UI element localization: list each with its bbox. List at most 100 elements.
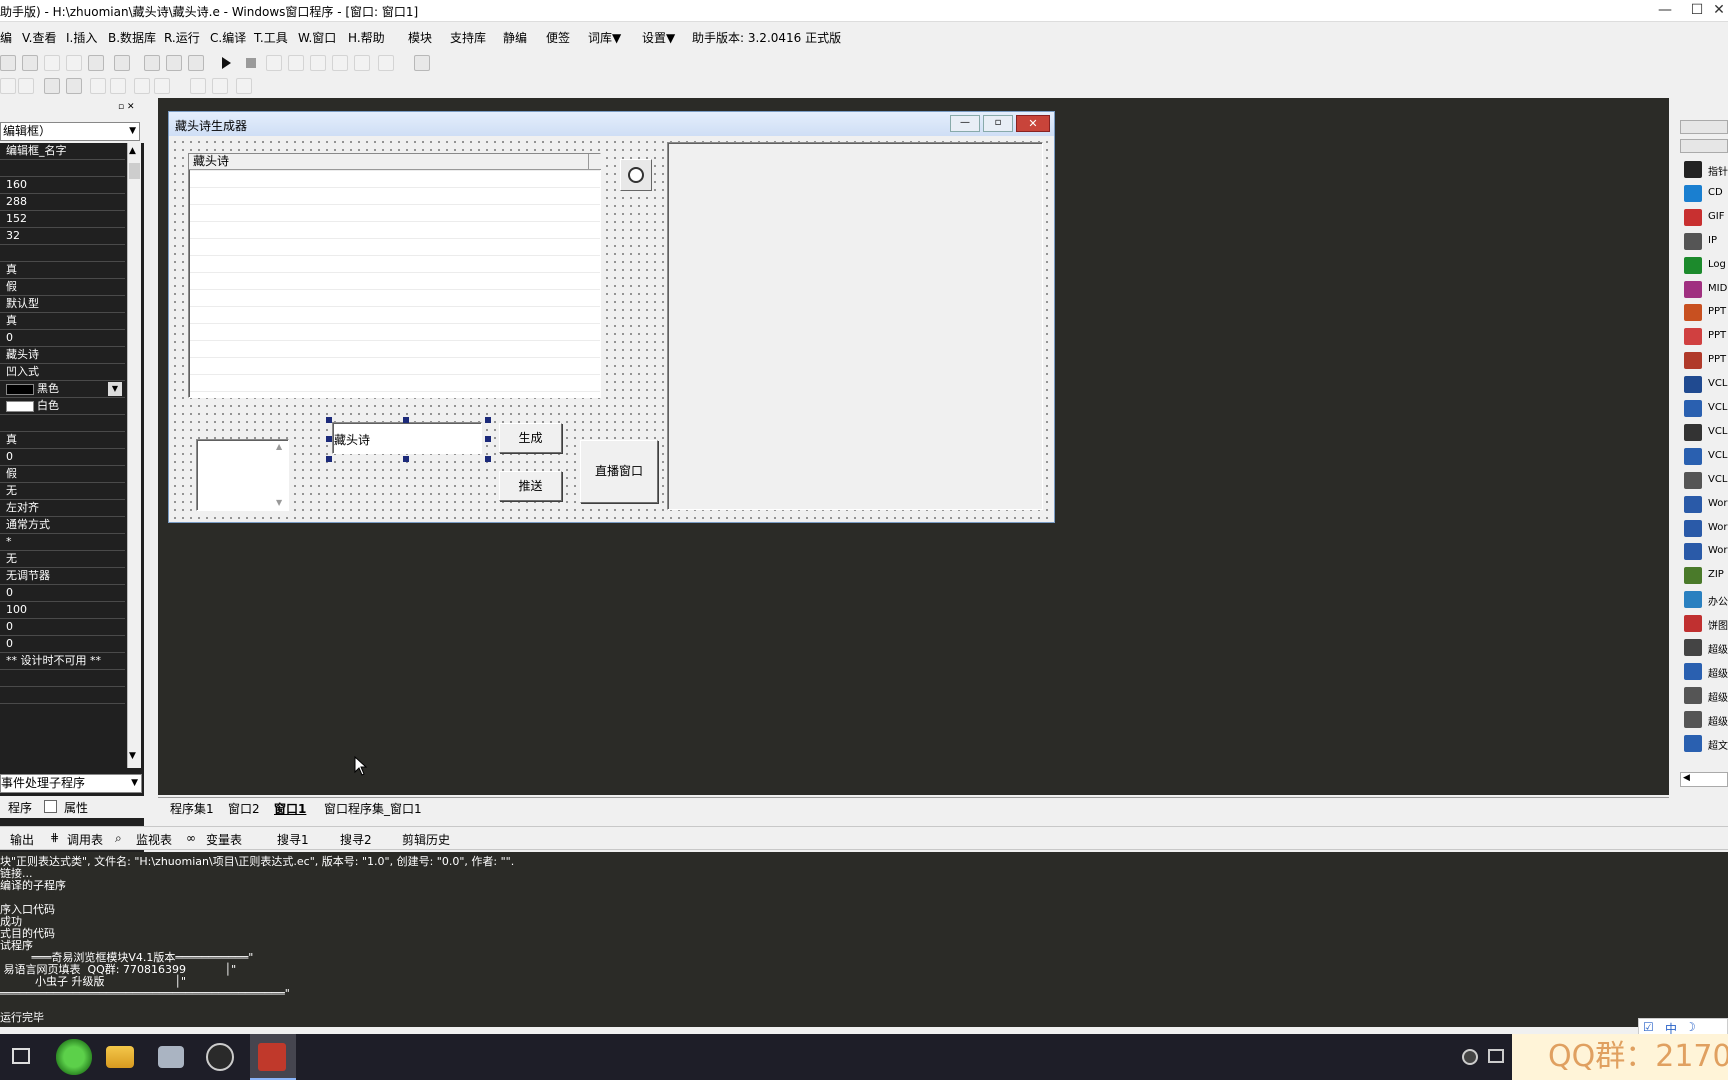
property-value-row[interactable]: 0 [0,449,125,466]
tab-watch[interactable]: 监视表 [136,831,172,848]
palette-item[interactable]: ZIP [1676,564,1728,587]
property-scrollbar[interactable]: ▲ ▼ [127,143,141,768]
close-button[interactable]: ✕ [1710,0,1728,22]
same-height-icon[interactable] [212,78,228,94]
palette-item[interactable]: IP [1676,230,1728,253]
property-value-row[interactable]: 0 [0,619,125,636]
palette-item[interactable]: MID [1676,278,1728,301]
menu-run[interactable]: R.运行 [164,29,200,46]
property-value-row[interactable]: 无调节器 [0,568,125,585]
property-value-row[interactable]: 默认型 [0,296,125,313]
property-value-row[interactable] [0,415,125,432]
tab-window-2[interactable]: 窗口2 [228,800,260,817]
palette-item[interactable]: Wor [1676,517,1728,540]
menu-tools[interactable]: T.工具 [254,29,288,46]
form-restore-icon[interactable]: ▫ [983,115,1013,132]
palette-item[interactable]: Wor [1676,493,1728,516]
resize-handle[interactable] [485,456,491,462]
palette-item[interactable]: 超级 [1676,660,1728,683]
resize-handle[interactable] [326,417,332,423]
redo-icon[interactable] [66,55,82,71]
menu-lexicon[interactable]: 词库▼ [588,29,621,46]
tab-variables[interactable]: 变量表 [206,831,242,848]
palette-item[interactable]: Wor [1676,540,1728,563]
menu-help[interactable]: H.帮助 [348,29,385,46]
list-header[interactable]: 藏头诗 [189,154,589,170]
property-value-row[interactable]: * [0,534,125,551]
find-icon[interactable] [114,55,130,71]
timer-component[interactable] [620,159,652,191]
scroll-thumb[interactable] [129,163,140,179]
property-value-row[interactable] [0,670,125,687]
push-button[interactable]: 推送 [499,471,562,501]
chevron-down-icon[interactable]: ▼ [108,382,122,396]
menu-notes[interactable]: 便签 [546,29,570,46]
camera-icon[interactable] [158,1046,184,1068]
menu-database[interactable]: B.数据库 [108,29,156,46]
palette-item[interactable]: 超级 [1676,708,1728,731]
property-value-row[interactable]: 无 [0,551,125,568]
live-window-button[interactable]: 直播窗口 [580,440,658,503]
palette-item[interactable]: VCL [1676,421,1728,444]
property-value-row[interactable]: 白色 [0,398,125,415]
center-h-icon[interactable] [44,78,60,94]
palette-item[interactable]: CD [1676,182,1728,205]
scroll-left-icon[interactable]: ◀ [1683,773,1690,783]
output-hscroll[interactable] [0,1027,1728,1034]
palette-item[interactable]: 超级 [1676,636,1728,659]
tab-program[interactable]: 程序 [8,799,32,816]
form-window[interactable]: 藏头诗生成器 — ▫ ✕ 藏头诗 ▲ ▼ 藏头诗 生成 推送 直播窗口 [168,111,1055,523]
obs-icon[interactable] [206,1043,234,1071]
menu-static-edit[interactable]: 静编 [503,29,527,46]
layout-2-icon[interactable] [166,55,182,71]
palette-item[interactable]: 办公 [1676,588,1728,611]
space-v-icon[interactable] [154,78,170,94]
component-select[interactable]: 编辑框） ▼ [0,122,140,141]
scroll-down-icon[interactable]: ▼ [129,751,136,761]
property-value-row[interactable]: 0 [0,636,125,653]
menu-view[interactable]: V.查看 [22,29,56,46]
palette-tab[interactable] [1680,139,1728,153]
task-view-icon[interactable] [12,1048,30,1064]
palette-item[interactable]: VCL [1676,445,1728,468]
palette-item[interactable]: 指针 [1676,158,1728,181]
palette-item[interactable]: GIF [1676,206,1728,229]
property-value-row[interactable] [0,687,125,704]
resize-handle[interactable] [485,417,491,423]
palette-item[interactable]: VCL [1676,373,1728,396]
tab-properties[interactable]: 属性 [64,799,88,816]
distribute-v-icon[interactable] [110,78,126,94]
tab-window-assembly[interactable]: 窗口程序集_窗口1 [324,800,422,817]
menu-edit[interactable]: 编 [0,29,12,46]
menu-window[interactable]: W.窗口 [298,29,336,46]
poem-edit-field[interactable]: 藏头诗 [332,422,482,454]
tray-obs-icon[interactable] [1462,1049,1478,1065]
step-icon[interactable] [266,55,282,71]
braces-icon[interactable] [354,55,370,71]
output-console[interactable]: 块"正则表达式类", 文件名: "H:\zhuomian\项目\正则表达式.ec… [0,852,1728,1027]
cut-icon[interactable] [0,55,16,71]
resize-handle[interactable] [326,436,332,442]
resize-handle[interactable] [326,456,332,462]
hand-icon[interactable] [378,55,394,71]
step-into-icon[interactable] [288,55,304,71]
space-h-icon[interactable] [134,78,150,94]
property-value-row[interactable]: 编辑框_名字 [0,143,125,160]
menu-compile[interactable]: C.编译 [210,29,246,46]
palette-item[interactable]: 超级 [1676,684,1728,707]
yiyuyan-icon[interactable] [258,1043,286,1071]
property-value-row[interactable]: 160 [0,177,125,194]
menu-support-lib[interactable]: 支持库 [450,29,486,46]
property-value-row[interactable]: 真 [0,432,125,449]
file-explorer-icon[interactable] [106,1046,134,1068]
step-out-icon[interactable] [332,55,348,71]
property-value-row[interactable]: 藏头诗 [0,347,125,364]
same-size-icon[interactable] [236,78,252,94]
poem-list[interactable]: 藏头诗 [188,153,601,398]
stop-icon[interactable] [246,58,256,68]
palette-scrollbar[interactable]: ◀ [1680,772,1728,787]
property-value-row[interactable]: 左对齐 [0,500,125,517]
same-width-icon[interactable] [190,78,206,94]
property-value-row[interactable]: 真 [0,313,125,330]
browser-icon[interactable] [56,1039,92,1075]
